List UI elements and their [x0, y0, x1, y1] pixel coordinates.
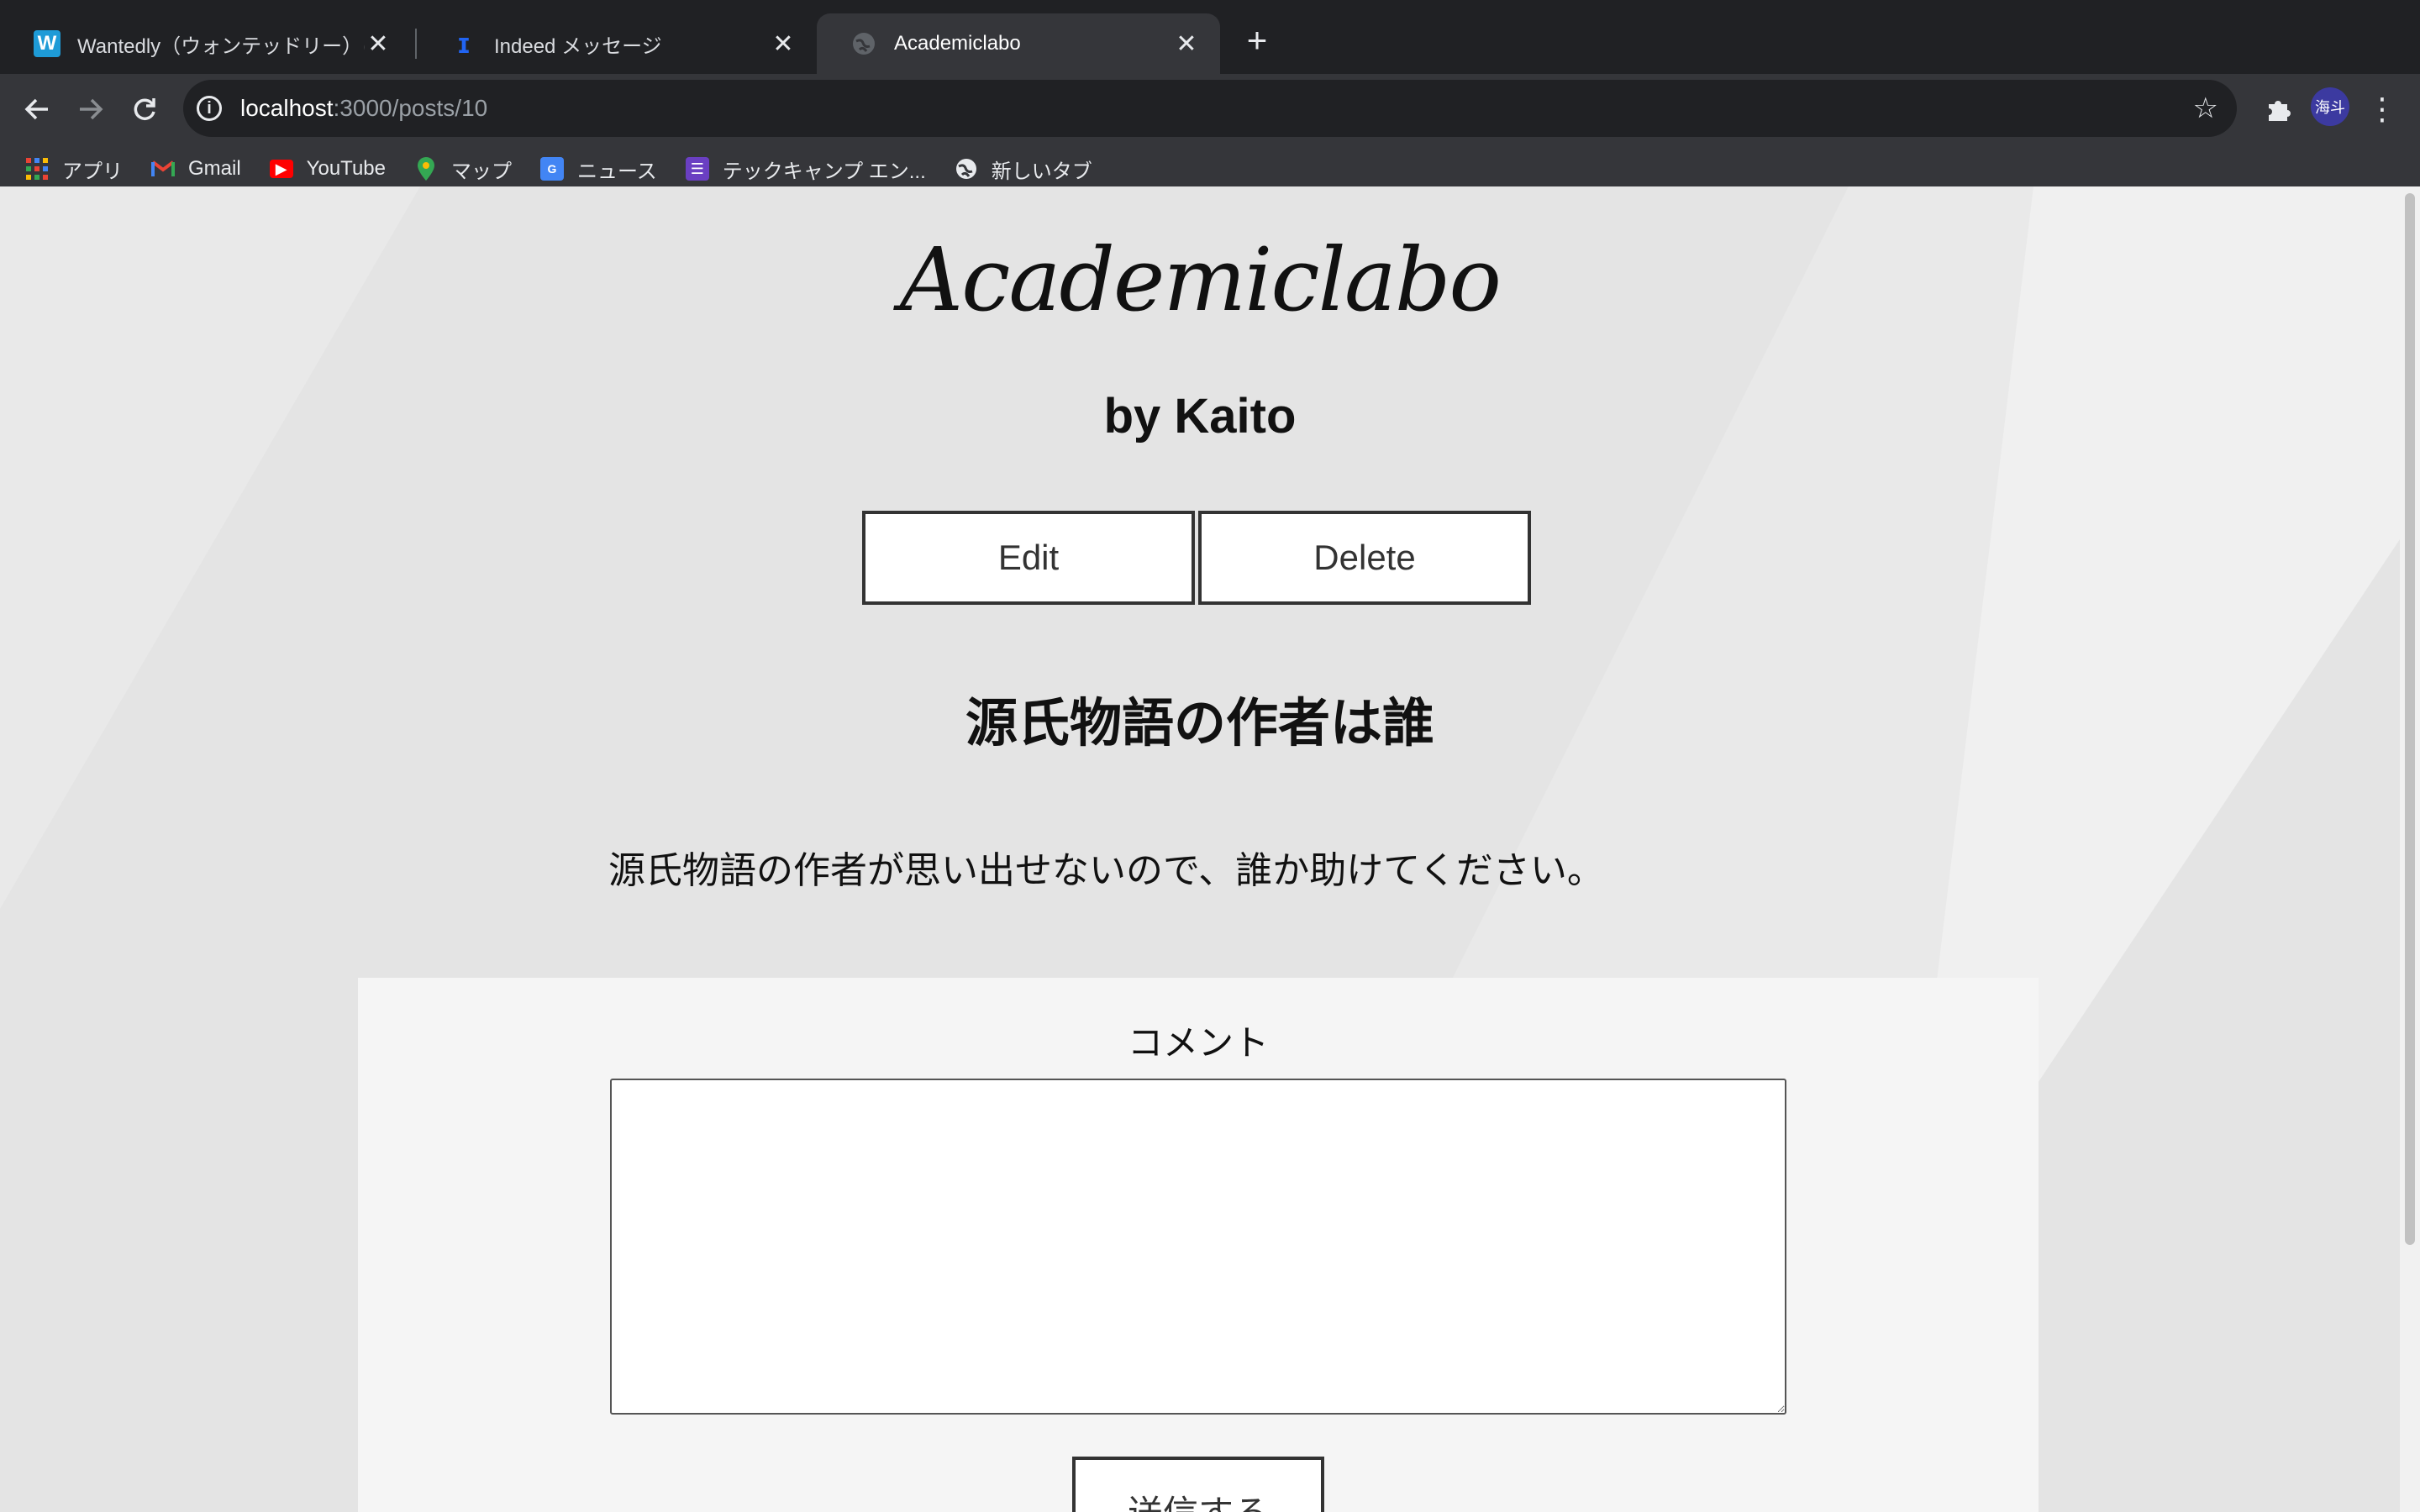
url-host: localhost [240, 95, 334, 121]
bookmark-label: テックキャンプ エン... [722, 160, 926, 183]
back-arrow-icon [24, 98, 48, 120]
tab-strip: W Wantedly（ウォンテッドリー）は ✕ ɪ Indeed メッセージ ✕… [0, 0, 2420, 74]
profile-avatar[interactable]: 海斗 [2311, 87, 2349, 126]
bookmark-youtube[interactable]: ▶ YouTube [269, 157, 386, 181]
bookmark-news[interactable]: G ニュース [539, 155, 657, 184]
post-title: 源氏物語の作者は誰 [965, 695, 1434, 753]
bookmark-label: Gmail [188, 157, 241, 180]
new-tab-button[interactable]: + [1239, 20, 1276, 60]
bookmark-apps[interactable]: アプリ [25, 155, 123, 184]
forward-button[interactable] [67, 86, 114, 133]
post-body: 源氏物語の作者が思い出せないので、誰か助けてください。 [608, 850, 1604, 891]
comment-label: コメント [1127, 1023, 1269, 1063]
reload-icon [134, 98, 155, 120]
bookmark-techcamp[interactable]: ☰ テックキャンプ エン... [685, 155, 926, 184]
bookmark-label: YouTube [306, 157, 386, 180]
indeed-favicon-icon: ɪ [458, 27, 470, 60]
reload-button[interactable] [121, 86, 168, 133]
bookmark-new-tab[interactable]: 新しいタブ [955, 155, 1092, 184]
tab-title: Indeed メッセージ [494, 34, 662, 58]
bookmark-label: ニュース [576, 160, 657, 183]
wantedly-favicon-icon: W [34, 30, 60, 57]
scrollbar-thumb[interactable] [2405, 193, 2415, 1245]
forward-arrow-icon [80, 98, 103, 120]
extensions-puzzle-icon[interactable] [2255, 86, 2302, 133]
tab-title: Wantedly（ウォンテッドリー）は [77, 34, 365, 58]
page-viewport: Academiclabo by Kaito Edit Delete 源氏物語の作… [0, 186, 2400, 1512]
address-bar[interactable]: i localhost:3000/posts/10 ☆ [183, 80, 2237, 137]
browser-toolbar: i localhost:3000/posts/10 ☆ 海斗 ⋮ アプリ Gma… [0, 74, 2420, 202]
tab-academiclabo[interactable]: Academiclabo ✕ [817, 13, 1220, 74]
edit-button[interactable]: Edit [862, 511, 1195, 605]
bookmark-label: アプリ [62, 160, 123, 183]
bookmark-maps[interactable]: マップ [414, 155, 512, 184]
globe-favicon-icon [850, 30, 877, 57]
youtube-icon: ▶ [269, 160, 293, 178]
globe-icon [955, 157, 978, 181]
page-scrollbar[interactable] [2400, 186, 2420, 1512]
url-path: :3000/posts/10 [333, 95, 488, 121]
bookmark-star-icon[interactable]: ☆ [2193, 92, 2218, 125]
bookmark-label: マップ [450, 160, 512, 183]
back-button[interactable] [13, 86, 60, 133]
post-actions: Edit Delete [862, 511, 1531, 605]
delete-button[interactable]: Delete [1198, 511, 1531, 605]
comment-form: コメント 送信する [358, 978, 2039, 1512]
tab-indeed[interactable]: ɪ Indeed メッセージ ✕ [417, 13, 817, 74]
comment-textarea[interactable] [610, 1079, 1786, 1415]
list-icon: ☰ [685, 157, 709, 181]
tab-title: Academiclabo [894, 32, 1021, 55]
close-icon[interactable]: ✕ [770, 30, 797, 58]
close-icon[interactable]: ✕ [365, 30, 392, 58]
gmail-icon [151, 157, 175, 181]
apps-grid-icon [25, 157, 49, 181]
kebab-menu-icon[interactable]: ⋮ [2361, 86, 2403, 133]
tab-wantedly[interactable]: W Wantedly（ウォンテッドリー）は ✕ [0, 13, 412, 74]
submit-button[interactable]: 送信する [1072, 1457, 1324, 1512]
news-icon: G [539, 157, 564, 181]
site-logo[interactable]: Academiclabo [0, 228, 2400, 331]
bookmark-label: 新しいタブ [991, 160, 1092, 183]
post-author: by Kaito [1103, 389, 1297, 444]
close-icon[interactable]: ✕ [1173, 30, 1200, 58]
site-info-icon[interactable]: i [197, 96, 222, 121]
maps-icon [414, 157, 438, 181]
bookmark-gmail[interactable]: Gmail [151, 157, 241, 181]
